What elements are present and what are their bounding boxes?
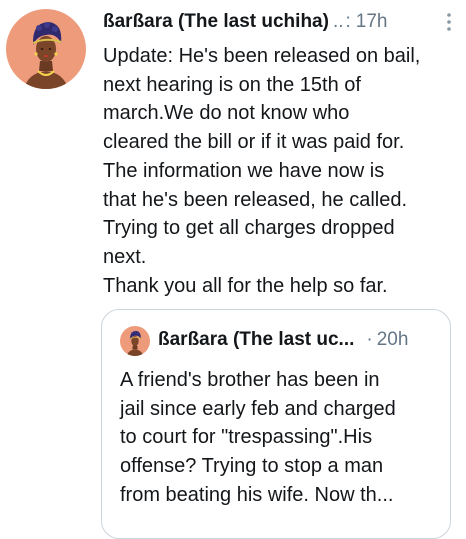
quoted-author-name[interactable]: ßarßara (The last uc... xyxy=(158,328,354,352)
avatar[interactable] xyxy=(6,9,86,89)
author-name[interactable]: ßarßara (The last uchiha) xyxy=(103,10,329,34)
tweet-body-line: Update: He's been released on bail, xyxy=(103,45,421,67)
tweet[interactable]: ßarßara (The last uchiha) .. : 17h Updat… xyxy=(0,0,466,539)
tweet-body-line: next hearing is on the 15th of xyxy=(103,73,361,96)
vertical-dots-icon[interactable] xyxy=(441,12,457,32)
quoted-tweet-body: A friend's brother has been in jail sinc… xyxy=(120,366,440,510)
tweet-body-line: next. xyxy=(103,245,147,268)
avatar-illustration-icon xyxy=(120,326,150,356)
quoted-tweet-header: ßarßara (The last uc... · 20h xyxy=(158,328,438,352)
quoted-body-line: to court for "trespassing".His xyxy=(120,426,373,449)
tweet-body-line: cleared the bill or if it was paid for. xyxy=(103,131,405,154)
quoted-body-line: from beating his wife. Now th... xyxy=(120,483,394,506)
tweet-body-line: Thank you all for the help so far. xyxy=(103,274,388,297)
quoted-body-line: A friend's brother has been in xyxy=(120,369,380,391)
quoted-avatar[interactable] xyxy=(120,326,150,356)
quoted-body-line: jail since early feb and charged xyxy=(120,397,396,420)
tweet-body-line: Trying to get all charges dropped xyxy=(103,217,395,240)
quoted-tweet-card[interactable]: ßarßara (The last uc... · 20h A friend's… xyxy=(101,309,451,539)
tweet-body-line: The information we have now is xyxy=(103,159,385,182)
tweet-timestamp[interactable]: 17h xyxy=(356,10,388,34)
tweet-body: Update: He's been released on bail, next… xyxy=(103,42,459,300)
quoted-tweet-timestamp[interactable]: 20h xyxy=(377,328,409,352)
author-handle-ellipsis: .. xyxy=(332,11,344,32)
quoted-time-separator: · xyxy=(366,329,373,350)
tweet-body-line: march.We do not know who xyxy=(103,102,350,125)
avatar-illustration-icon xyxy=(6,9,86,89)
tweet-body-line: that he's been released, he called. xyxy=(103,188,408,211)
tweet-header: ßarßara (The last uchiha) .. : 17h xyxy=(103,10,457,34)
time-separator: : xyxy=(345,11,351,32)
quoted-body-line: offense? Trying to stop a man xyxy=(120,455,384,478)
